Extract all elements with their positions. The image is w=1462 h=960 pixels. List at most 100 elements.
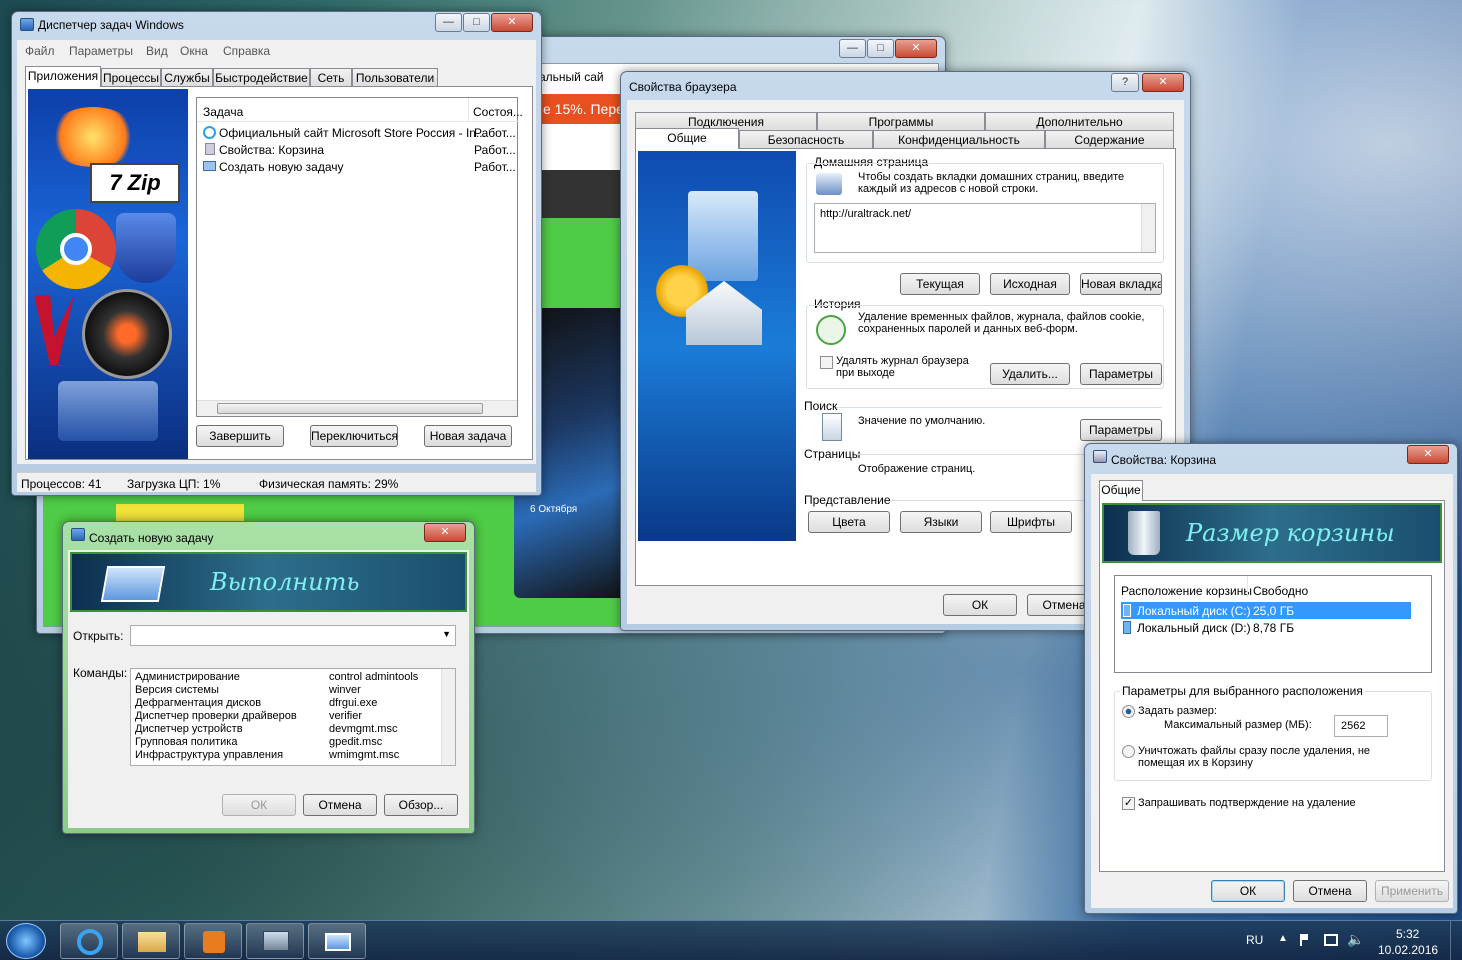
maximize-button[interactable]: □ bbox=[463, 13, 490, 32]
tab-privacy[interactable]: Конфиденциальность bbox=[873, 130, 1045, 149]
command-row[interactable]: Инфраструктура управления wmimgmt.msc bbox=[135, 749, 435, 762]
open-combobox[interactable]: ▼ bbox=[130, 625, 456, 646]
ok-button[interactable]: ОК bbox=[1211, 880, 1285, 902]
clock-date[interactable]: 10.02.2016 bbox=[1378, 943, 1438, 957]
command-row[interactable]: Версия системы winver bbox=[135, 684, 435, 697]
delete-immediately-radio[interactable] bbox=[1122, 745, 1135, 758]
tab-general[interactable]: Общие bbox=[635, 128, 739, 149]
table-row[interactable]: Официальный сайт Microsoft Store Россия … bbox=[197, 124, 517, 141]
command-row[interactable]: Дефрагментация дисков dfrgui.exe bbox=[135, 697, 435, 710]
end-task-button[interactable]: Завершить bbox=[196, 425, 284, 447]
show-hidden-icons-icon[interactable]: ▲ bbox=[1278, 933, 1288, 944]
column-header-status[interactable]: Состоя... bbox=[469, 98, 523, 122]
delete-history-on-exit-checkbox[interactable] bbox=[820, 356, 833, 369]
title-bar[interactable]: Диспетчер задач Windows — □ ✕ bbox=[12, 12, 541, 38]
max-size-input[interactable]: 2562 bbox=[1334, 715, 1388, 737]
help-button[interactable]: ? bbox=[1111, 73, 1139, 92]
use-current-button[interactable]: Текущая bbox=[900, 273, 980, 295]
tab-users[interactable]: Пользователи bbox=[352, 68, 438, 87]
clock-time[interactable]: 5:32 bbox=[1396, 927, 1419, 941]
tab-processes[interactable]: Процессы bbox=[101, 68, 161, 87]
tab-content[interactable]: Содержание bbox=[1045, 130, 1174, 149]
taskbar-ie-icon[interactable] bbox=[60, 923, 118, 959]
maximize-button[interactable]: □ bbox=[867, 39, 894, 58]
command-row[interactable]: Групповая политика gpedit.msc bbox=[135, 736, 435, 749]
taskbar-media-player-icon[interactable] bbox=[184, 923, 242, 959]
apply-button[interactable]: Применить bbox=[1375, 880, 1449, 902]
tab-programs[interactable]: Программы bbox=[817, 112, 985, 131]
home-url-field[interactable]: http://uraltrack.net/ bbox=[814, 203, 1156, 253]
column-free[interactable]: Свободно bbox=[1253, 584, 1308, 598]
title-bar[interactable]: Свойства браузера ? ✕ bbox=[621, 72, 1190, 98]
run-dialog-window[interactable]: Создать новую задачу ✕ Выполнить Открыть… bbox=[62, 521, 475, 834]
languages-button[interactable]: Языки bbox=[900, 511, 982, 533]
delete-button[interactable]: Удалить... bbox=[990, 363, 1070, 385]
ok-button[interactable]: ОК bbox=[943, 594, 1017, 616]
use-new-tab-button[interactable]: Новая вкладка bbox=[1080, 273, 1162, 295]
table-row[interactable]: Локальный диск (C:) 25,0 ГБ bbox=[1121, 602, 1411, 619]
colors-button[interactable]: Цвета bbox=[808, 511, 890, 533]
table-row[interactable]: Создать новую задачу Работ... bbox=[197, 158, 517, 175]
menu-help[interactable]: Справка bbox=[223, 44, 270, 58]
commands-list[interactable]: Администрирование control admintools Верси… bbox=[130, 668, 456, 766]
minimize-button[interactable]: — bbox=[839, 39, 866, 58]
close-button[interactable]: ✕ bbox=[1407, 445, 1449, 464]
menu-view[interactable]: Вид bbox=[146, 44, 168, 58]
taskbar-run-icon[interactable] bbox=[308, 923, 366, 959]
tab-network[interactable]: Сеть bbox=[310, 68, 352, 87]
command-row[interactable]: Администрирование control admintools bbox=[135, 671, 435, 684]
horizontal-scrollbar[interactable] bbox=[197, 400, 517, 416]
switch-to-button[interactable]: Переключиться bbox=[310, 425, 398, 447]
use-default-button[interactable]: Исходная bbox=[990, 273, 1070, 295]
browse-button[interactable]: Обзор... bbox=[384, 794, 458, 816]
language-indicator[interactable]: RU bbox=[1246, 933, 1263, 947]
column-header-task[interactable]: Задача bbox=[197, 98, 469, 122]
column-location[interactable]: Расположение корзины bbox=[1121, 584, 1252, 598]
tab-applications[interactable]: Приложения bbox=[25, 66, 101, 87]
title-bar[interactable]: Свойства: Корзина ✕ bbox=[1085, 444, 1457, 470]
taskbar-task-manager-icon[interactable] bbox=[246, 923, 304, 959]
tab-general[interactable]: Общие bbox=[1099, 480, 1143, 501]
task-list[interactable]: Задача Состоя... Официальный сайт Micros… bbox=[196, 97, 523, 417]
cancel-button[interactable]: Отмена bbox=[303, 794, 377, 816]
tab-services[interactable]: Службы bbox=[161, 68, 213, 87]
start-button[interactable] bbox=[6, 923, 46, 959]
close-button[interactable]: ✕ bbox=[491, 13, 533, 32]
table-row[interactable]: Локальный диск (D:) 8,78 ГБ bbox=[1121, 619, 1411, 636]
new-task-button[interactable]: Новая задача bbox=[424, 425, 512, 447]
fonts-button[interactable]: Шрифты bbox=[990, 511, 1072, 533]
action-center-flag-icon[interactable] bbox=[1300, 934, 1312, 946]
search-settings-button[interactable]: Параметры bbox=[1080, 419, 1162, 441]
menu-windows[interactable]: Окна bbox=[180, 44, 208, 58]
home-url-scrollbar[interactable] bbox=[1141, 204, 1155, 252]
cancel-button[interactable]: Отмена bbox=[1293, 880, 1367, 902]
history-settings-button[interactable]: Параметры bbox=[1080, 363, 1162, 385]
recycle-bin-properties-window[interactable]: Свойства: Корзина ✕ Общие Размер корзины… bbox=[1084, 443, 1458, 914]
command-row[interactable]: Диспетчер проверки драйверов verifier bbox=[135, 710, 435, 723]
table-row[interactable]: Свойства: Корзина Работ... bbox=[197, 141, 517, 158]
task-manager-window[interactable]: Диспетчер задач Windows — □ ✕ Файл Парам… bbox=[11, 11, 542, 496]
menu-options[interactable]: Параметры bbox=[69, 44, 133, 58]
scroll-thumb[interactable] bbox=[217, 403, 483, 414]
command-row[interactable]: Диспетчер устройств devmgmt.msc bbox=[135, 723, 435, 736]
volume-icon[interactable]: 🔈 bbox=[1347, 931, 1364, 948]
close-button[interactable]: ✕ bbox=[1142, 73, 1184, 92]
ok-button[interactable]: ОК bbox=[222, 794, 296, 816]
menu-file[interactable]: Файл bbox=[25, 44, 55, 58]
taskbar-explorer-icon[interactable] bbox=[122, 923, 180, 959]
confirm-delete-checkbox[interactable]: ✓ bbox=[1122, 797, 1135, 810]
commands-scrollbar[interactable] bbox=[441, 669, 455, 765]
tab-performance[interactable]: Быстродействие bbox=[213, 68, 310, 87]
minimize-button[interactable]: — bbox=[435, 13, 462, 32]
network-icon[interactable] bbox=[1324, 934, 1338, 946]
chevron-down-icon[interactable]: ▼ bbox=[442, 629, 451, 639]
close-button[interactable]: ✕ bbox=[424, 523, 466, 542]
locations-table[interactable]: Расположение корзины Свободно Локальный … bbox=[1114, 575, 1432, 673]
tab-security[interactable]: Безопасность bbox=[739, 130, 873, 149]
custom-size-radio[interactable] bbox=[1122, 705, 1135, 718]
tab-advanced[interactable]: Дополнительно bbox=[985, 112, 1174, 131]
title-bar[interactable]: Создать новую задачу ✕ bbox=[63, 522, 474, 548]
close-button[interactable]: ✕ bbox=[895, 39, 937, 58]
show-desktop-button[interactable] bbox=[1450, 921, 1462, 960]
promo-bar[interactable]: е 15%. Пере bbox=[539, 94, 629, 124]
